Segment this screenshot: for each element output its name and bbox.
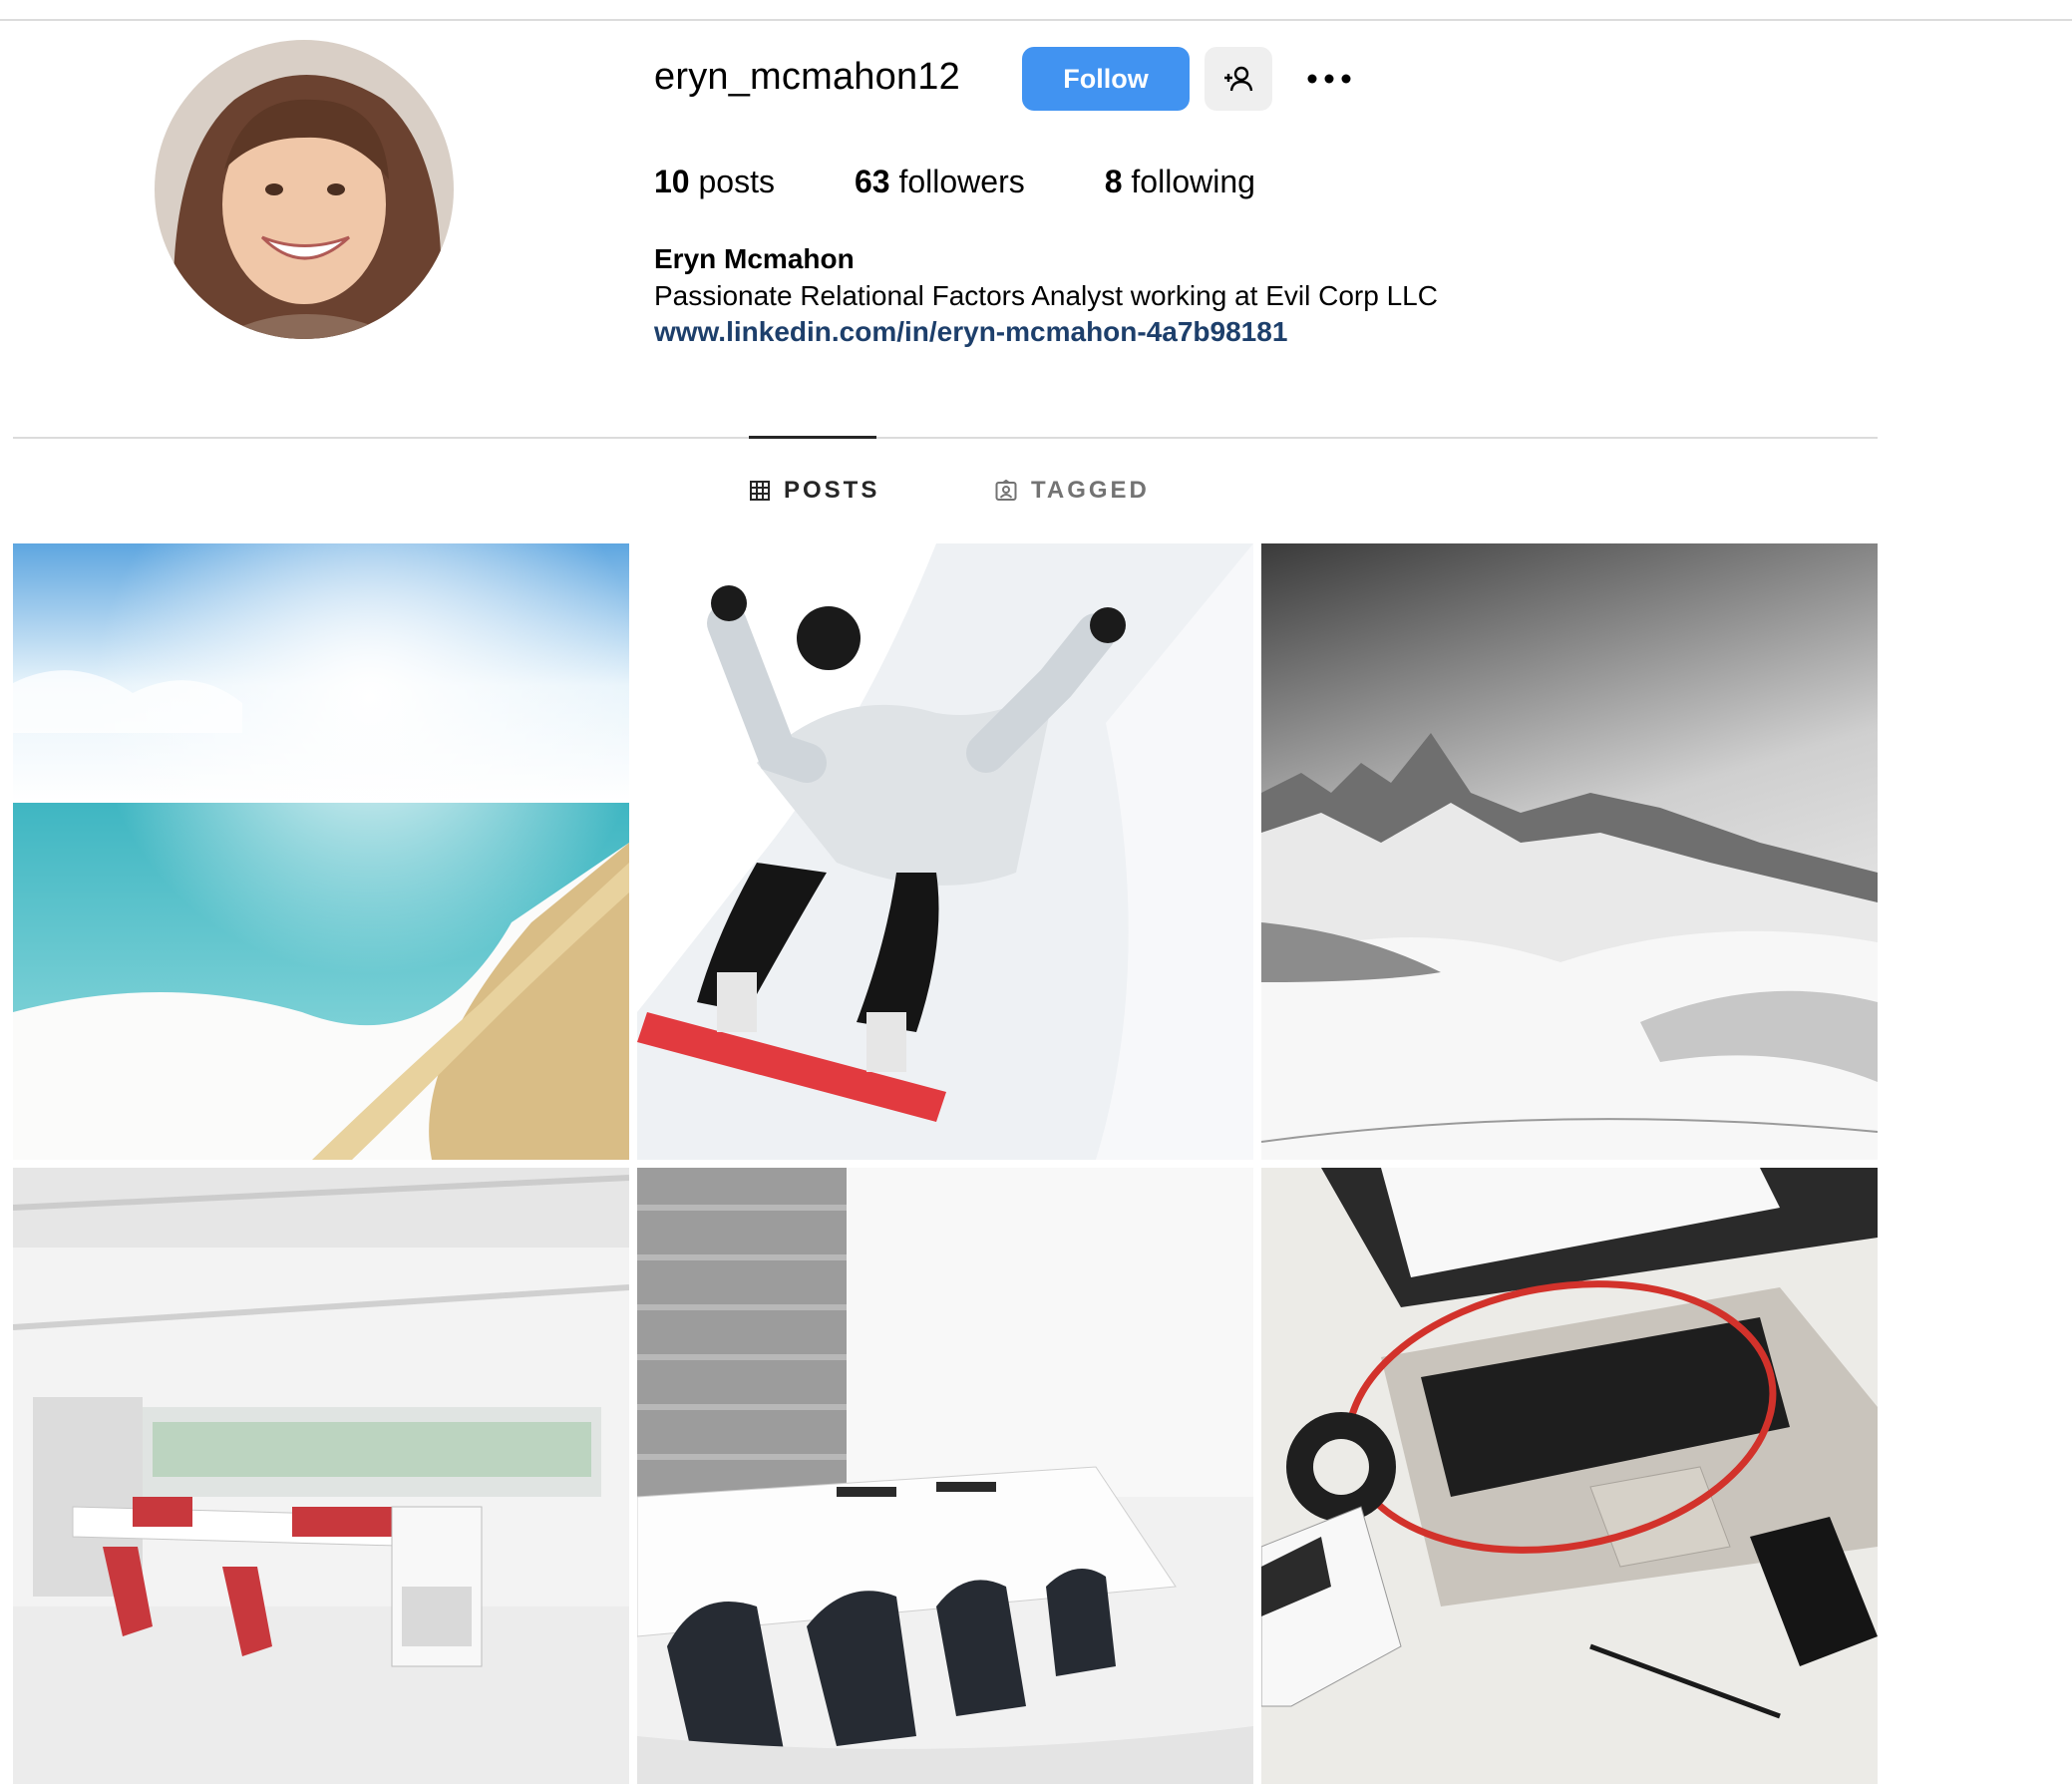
- tabs-divider: [13, 437, 1878, 439]
- tagged-icon: [995, 480, 1017, 501]
- active-tab-indicator: [749, 436, 876, 439]
- profile-stats: 10 posts 63 followers 8 following: [654, 164, 1335, 200]
- post-beach[interactable]: [13, 543, 629, 1160]
- tab-posts[interactable]: POSTS: [750, 477, 879, 505]
- suggested-users-button[interactable]: [1205, 47, 1272, 111]
- post-office[interactable]: [13, 1168, 629, 1784]
- laptop-desk-photo: [1261, 1168, 1878, 1784]
- conference-room-photo: [637, 1168, 1253, 1784]
- post-conference-room[interactable]: [637, 1168, 1253, 1784]
- top-divider: [0, 19, 2072, 21]
- profile-avatar[interactable]: [155, 40, 454, 339]
- posts-stat: 10 posts: [654, 164, 775, 200]
- following-stat[interactable]: 8 following: [1105, 164, 1255, 200]
- followers-count: 63: [854, 164, 890, 199]
- snowy-mountains-photo: [1261, 543, 1878, 1160]
- avatar-image: [155, 40, 454, 339]
- post-mountains[interactable]: [1261, 543, 1878, 1160]
- post-snowboarder[interactable]: [637, 543, 1253, 1160]
- add-person-icon: [1224, 66, 1253, 92]
- tab-tagged-label: TAGGED: [1031, 477, 1150, 504]
- posts-count: 10: [654, 164, 690, 199]
- following-label: following: [1131, 164, 1255, 199]
- beach-photo: [13, 543, 629, 1160]
- grid-icon: [750, 481, 770, 501]
- profile-website-link[interactable]: www.linkedin.com/in/eryn-mcmahon-4a7b981…: [654, 316, 1287, 348]
- followers-stat[interactable]: 63 followers: [855, 164, 1025, 200]
- profile-full-name: Eryn Mcmahon: [654, 243, 855, 274]
- profile-username: eryn_mcmahon12: [654, 56, 960, 98]
- ellipsis-icon: [1307, 74, 1351, 84]
- tab-posts-label: POSTS: [784, 477, 880, 504]
- profile-bio: Passionate Relational Factors Analyst wo…: [654, 280, 1438, 311]
- followers-label: followers: [898, 164, 1025, 199]
- tab-tagged[interactable]: TAGGED: [995, 477, 1150, 505]
- open-office-photo: [13, 1168, 629, 1784]
- follow-button[interactable]: Follow: [1022, 47, 1190, 111]
- more-options-button[interactable]: [1304, 60, 1354, 98]
- snow-angel-snowboarder-photo: [637, 543, 1253, 1160]
- posts-label: posts: [698, 164, 775, 199]
- following-count: 8: [1104, 164, 1123, 199]
- post-laptop[interactable]: [1261, 1168, 1878, 1784]
